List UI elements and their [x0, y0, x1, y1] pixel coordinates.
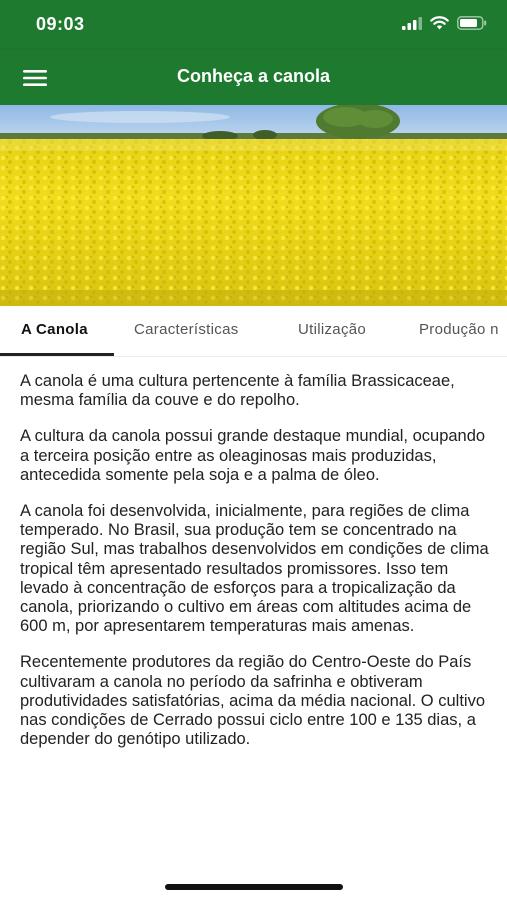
status-time: 09:03 — [36, 14, 85, 34]
app-bar: Conheça a canola — [0, 50, 507, 105]
wifi-icon — [430, 16, 449, 30]
tab-utilizacao[interactable]: Utilização — [298, 306, 366, 356]
article-content: A canola é uma cultura pertencente à fam… — [20, 372, 490, 766]
paragraph: Recentemente produtores da região do Cen… — [20, 653, 485, 749]
tab-a-canola[interactable]: A Canola — [21, 306, 88, 356]
paragraph: A canola é uma cultura pertencente à fam… — [20, 372, 455, 410]
tab-producao[interactable]: Produção n — [419, 306, 499, 356]
paragraph: A cultura da canola possui grande destaq… — [20, 427, 486, 484]
signal-icon — [402, 16, 422, 30]
tab-caracteristicas[interactable]: Características — [134, 306, 239, 356]
battery-icon — [457, 16, 487, 30]
status-bar: 09:03 — [0, 0, 507, 50]
paragraph: A canola foi desenvolvida, inicialmente,… — [20, 502, 489, 636]
home-indicator[interactable] — [165, 884, 343, 890]
active-tab-indicator — [0, 353, 114, 356]
page-title: Conheça a canola — [176, 66, 331, 86]
tab-bar: A Canola Características Utilização Prod… — [0, 306, 507, 357]
canola-field-image — [0, 105, 507, 306]
hero-image — [0, 105, 507, 306]
status-icons — [402, 16, 487, 30]
